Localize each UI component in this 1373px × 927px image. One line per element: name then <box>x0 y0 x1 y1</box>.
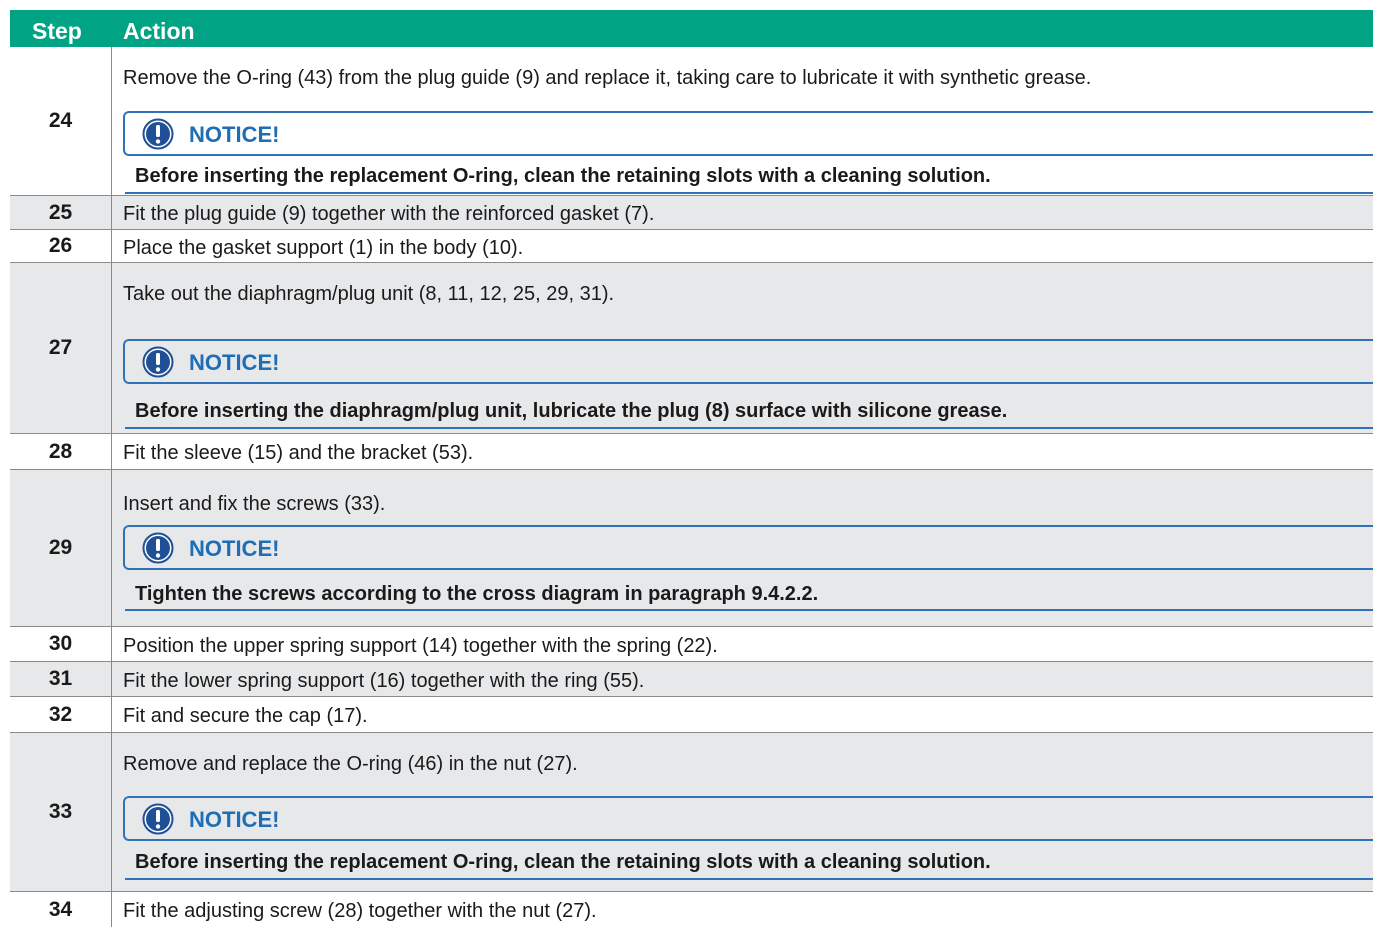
step-number: 31 <box>10 662 112 696</box>
table-row: 27 Take out the diaphragm/plug unit (8, … <box>10 263 1373 434</box>
procedure-table: Step Action 24 Remove the O-ring (43) fr… <box>0 0 1373 927</box>
table-row: 25 Fit the plug guide (9) together with … <box>10 196 1373 230</box>
notice-box: NOTICE! <box>123 111 1373 156</box>
table-row: 24 Remove the O-ring (43) from the plug … <box>10 47 1373 196</box>
table-row: 28 Fit the sleeve (15) and the bracket (… <box>10 434 1373 470</box>
exclamation-circle-icon <box>142 532 174 564</box>
exclamation-circle-icon <box>142 803 174 835</box>
header-action: Action <box>123 18 195 44</box>
notice-text: Tighten the screws according to the cros… <box>135 583 819 605</box>
action-text: Remove the O-ring (43) from the plug gui… <box>123 67 1092 89</box>
notice-title: NOTICE! <box>189 122 280 147</box>
action-text: Remove and replace the O-ring (46) in th… <box>123 753 578 775</box>
action-text: Insert and fix the screws (33). <box>123 493 386 515</box>
action-text: Fit and secure the cap (17). <box>123 705 368 727</box>
table-row: 30 Position the upper spring support (14… <box>10 627 1373 662</box>
table-row: 26 Place the gasket support (1) in the b… <box>10 230 1373 263</box>
notice-text: Before inserting the diaphragm/plug unit… <box>135 400 1008 422</box>
action-text: Take out the diaphragm/plug unit (8, 11,… <box>123 283 615 305</box>
step-number: 32 <box>10 697 112 732</box>
action-text: Fit the lower spring support (16) togeth… <box>123 670 645 692</box>
step-number: 28 <box>10 434 112 469</box>
notice-title: NOTICE! <box>189 807 280 832</box>
action-text: Position the upper spring support (14) t… <box>123 635 718 657</box>
step-number: 33 <box>10 733 112 891</box>
notice-box: NOTICE! <box>123 339 1373 384</box>
action-text: Fit the sleeve (15) and the bracket (53)… <box>123 442 474 464</box>
header-step: Step <box>32 18 82 44</box>
step-number: 30 <box>10 627 112 661</box>
table-row: 29 Insert and fix the screws (33). NOTIC… <box>10 470 1373 627</box>
table-row: 31 Fit the lower spring support (16) tog… <box>10 662 1373 697</box>
action-text: Fit the plug guide (9) together with the… <box>123 203 655 225</box>
step-number: 24 <box>10 47 112 195</box>
table-row: 33 Remove and replace the O-ring (46) in… <box>10 733 1373 892</box>
notice-text: Before inserting the replacement O-ring,… <box>135 851 991 873</box>
notice-divider <box>125 878 1373 880</box>
table-row: 32 Fit and secure the cap (17). <box>10 697 1373 733</box>
exclamation-circle-icon <box>142 118 174 150</box>
step-number: 29 <box>10 470 112 626</box>
action-text: Fit the adjusting screw (28) together wi… <box>123 900 597 922</box>
notice-divider <box>125 192 1373 194</box>
step-number: 27 <box>10 263 112 433</box>
notice-box: NOTICE! <box>123 796 1373 841</box>
notice-divider <box>125 427 1373 429</box>
exclamation-circle-icon <box>142 346 174 378</box>
notice-title: NOTICE! <box>189 536 280 561</box>
notice-title: NOTICE! <box>189 350 280 375</box>
step-number: 34 <box>10 892 112 927</box>
table-header: Step Action <box>10 10 1373 47</box>
action-text: Place the gasket support (1) in the body… <box>123 237 524 259</box>
table-row: 34 Fit the adjusting screw (28) together… <box>10 892 1373 927</box>
step-number: 26 <box>10 230 112 262</box>
notice-text: Before inserting the replacement O-ring,… <box>135 165 991 187</box>
notice-box: NOTICE! <box>123 525 1373 570</box>
notice-divider <box>125 609 1373 611</box>
step-number: 25 <box>10 196 112 229</box>
